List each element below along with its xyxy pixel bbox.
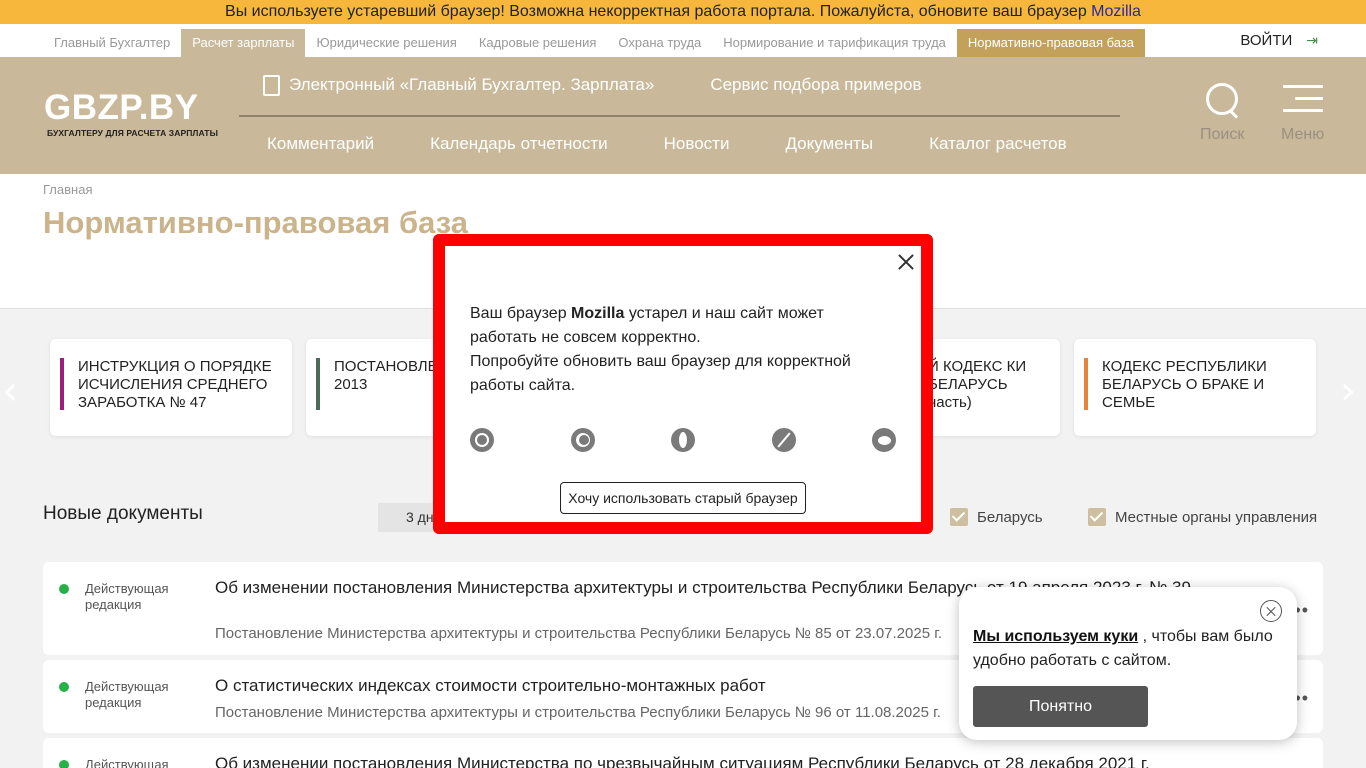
search-button[interactable]: Поиск — [1200, 81, 1244, 144]
filter-belarus[interactable]: Беларусь — [950, 508, 1043, 526]
cookie-banner: Мы используем куки , чтобы вам было удоб… — [959, 587, 1297, 740]
menu-button[interactable]: Меню — [1281, 81, 1324, 144]
menu-comments[interactable]: Комментарий — [267, 134, 374, 154]
electronic-journal-link[interactable]: Электронный «Главный Бухгалтер. Зарплата… — [263, 75, 655, 96]
filter-label: Беларусь — [977, 508, 1043, 526]
cookie-accept-button[interactable]: Понятно — [973, 686, 1148, 727]
new-documents-heading: Новые документы — [43, 503, 203, 524]
status-dot-icon — [59, 682, 69, 692]
top-nav: Главный Бухгалтер Расчет зарплаты Юридич… — [0, 24, 1366, 57]
tab-legal[interactable]: Юридические решения — [305, 29, 467, 57]
modal-text-part: Попробуйте обновить ваш браузер для корр… — [470, 353, 851, 394]
electronic-journal-label: Электронный «Главный Бухгалтер. Зарплата… — [289, 75, 655, 94]
document-icon — [263, 75, 280, 96]
logo-text: GBZP.BY — [44, 88, 199, 127]
examples-service-link[interactable]: Сервис подбора примеров — [710, 75, 921, 95]
document-status: Действующая редакция — [85, 757, 169, 768]
search-label: Поиск — [1200, 126, 1245, 143]
tab-chief-accountant[interactable]: Главный Бухгалтер — [43, 29, 181, 57]
login-icon: ⇥ — [1306, 32, 1318, 48]
menu-calculations[interactable]: Каталог расчетов — [929, 134, 1067, 154]
banner-text: Вы используете устаревший браузер! Возмо… — [225, 3, 1092, 20]
logo-tagline: БУХГАЛТЕРУ ДЛЯ РАСЧЕТА ЗАРПЛАТЫ — [47, 128, 219, 138]
modal-message: Ваш браузер Mozilla устарел и наш сайт м… — [470, 302, 890, 398]
document-meta: Постановление Министерства архитектуры и… — [215, 704, 941, 721]
card-title: ИНСТРУКЦИЯ О ПОРЯДКЕ ИСЧИСЛЕНИЯ СРЕДНЕГО… — [78, 358, 272, 411]
firefox-icon[interactable] — [570, 428, 595, 452]
tab-rationing[interactable]: Нормирование и тарификация труда — [712, 29, 957, 57]
menu-label: Меню — [1281, 126, 1325, 143]
modal-text-part: Ваш браузер — [470, 305, 572, 322]
status-dot-icon — [59, 584, 69, 594]
safari-icon[interactable] — [771, 428, 796, 452]
card-accent — [1084, 358, 1088, 410]
site-header: GBZP.BY БУХГАЛТЕРУ ДЛЯ РАСЧЕТА ЗАРПЛАТЫ … — [0, 57, 1366, 174]
carousel-prev-icon[interactable]: ‹ — [2, 371, 18, 411]
use-old-browser-button[interactable]: Хочу использовать старый браузер — [560, 482, 806, 514]
filter-local-authorities[interactable]: Местные органы управления — [1088, 508, 1317, 526]
banner-browser-link[interactable]: Mozilla — [1091, 3, 1141, 20]
hamburger-icon — [1282, 81, 1323, 117]
tab-legal-base[interactable]: Нормативно-правовая база — [956, 29, 1146, 57]
featured-doc-card[interactable]: ИНСТРУКЦИЯ О ПОРЯДКЕ ИСЧИСЛЕНИЯ СРЕДНЕГО… — [50, 339, 292, 436]
chrome-icon[interactable] — [470, 428, 494, 452]
document-status: Действующая редакция — [85, 581, 169, 612]
document-row[interactable]: Действующая редакция Об изменении постан… — [43, 738, 1323, 768]
tab-labor-safety[interactable]: Охрана труда — [607, 29, 712, 57]
cookie-message: Мы используем куки , чтобы вам было удоб… — [973, 625, 1283, 673]
card-accent — [316, 358, 320, 410]
document-status: Действующая редакция — [85, 679, 169, 710]
page-title: Нормативно-правовая база — [43, 205, 468, 240]
site-logo[interactable]: GBZP.BY БУХГАЛТЕРУ ДЛЯ РАСЧЕТА ЗАРПЛАТЫ — [44, 88, 219, 139]
browser-icons — [470, 428, 896, 454]
close-icon[interactable] — [896, 252, 916, 272]
outdated-browser-modal: Ваш браузер Mozilla устарел и наш сайт м… — [445, 246, 921, 522]
edge-icon[interactable] — [872, 428, 896, 452]
card-title: Й КОДЕКС КИ БЕЛАРУСЬ нaсть) — [928, 358, 1027, 411]
menu-documents[interactable]: Документы — [785, 134, 873, 154]
header-divider — [239, 115, 1120, 117]
outdated-browser-banner: Вы используете устаревший браузер! Возмо… — [0, 0, 1366, 24]
tab-hr[interactable]: Кадровые решения — [468, 29, 608, 57]
document-title[interactable]: Об изменении постановления Министерства … — [215, 754, 1195, 768]
modal-browser-name: Mozilla — [571, 305, 625, 322]
card-title: КОДЕКС РЕСПУБЛИКИ БЕЛАРУСЬ О БРАКЕ И СЕМ… — [1102, 358, 1267, 411]
checkbox-checked-icon[interactable] — [1088, 508, 1106, 526]
header-top-links: Электронный «Главный Бухгалтер. Зарплата… — [263, 75, 922, 96]
menu-news[interactable]: Новости — [664, 134, 730, 154]
carousel-next-icon[interactable]: › — [1340, 371, 1356, 411]
close-icon[interactable] — [1260, 600, 1282, 622]
checkbox-checked-icon[interactable] — [950, 508, 968, 526]
status-dot-icon — [59, 760, 69, 768]
breadcrumb[interactable]: Главная — [43, 182, 92, 197]
featured-doc-card[interactable]: КОДЕКС РЕСПУБЛИКИ БЕЛАРУСЬ О БРАКЕ И СЕМ… — [1074, 339, 1316, 436]
opera-icon[interactable] — [671, 428, 695, 452]
filter-label: Местные органы управления — [1115, 508, 1318, 526]
header-menu: Комментарий Календарь отчетности Новости… — [267, 134, 1067, 154]
document-meta: Постановление Министерства архитектуры и… — [215, 625, 943, 642]
site-tabs: Главный Бухгалтер Расчет зарплаты Юридич… — [43, 29, 1146, 57]
tab-payroll[interactable]: Расчет зарплаты — [181, 29, 306, 57]
menu-calendar[interactable]: Календарь отчетности — [430, 134, 608, 154]
card-accent — [60, 358, 64, 410]
login-button[interactable]: ВОЙТИ ⇥ — [1240, 32, 1318, 49]
search-icon — [1204, 81, 1240, 117]
login-label: ВОЙТИ — [1240, 32, 1293, 49]
cookie-policy-link[interactable]: Мы используем куки — [973, 628, 1138, 645]
